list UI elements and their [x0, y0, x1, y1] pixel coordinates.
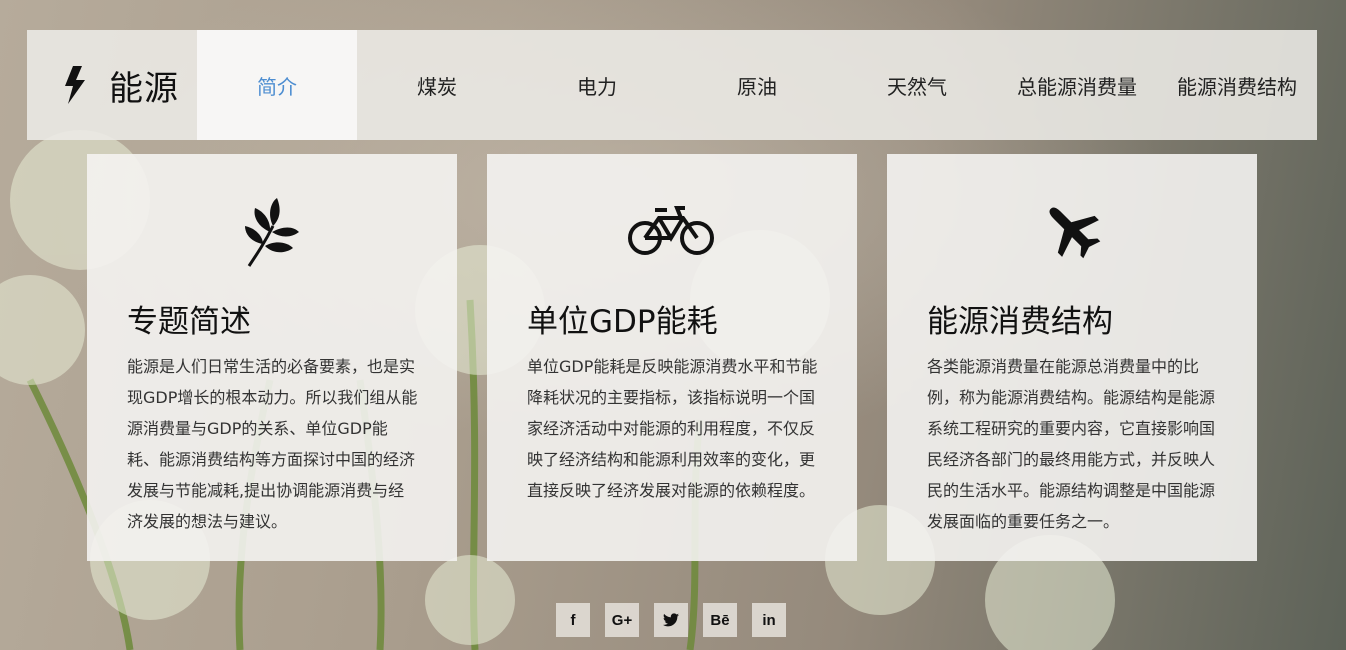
- social-links: f G+ Bē in: [556, 603, 786, 637]
- card-body: 能源是人们日常生活的必备要素，也是实现GDP增长的根本动力。所以我们组从能源消费…: [127, 357, 418, 531]
- behance-icon[interactable]: Bē: [703, 603, 737, 637]
- leaf-branch-icon: [245, 198, 299, 267]
- card-title: 单位GDP能耗: [527, 304, 718, 340]
- nav-item-total-energy-consumption[interactable]: 总能源消费量: [997, 30, 1157, 140]
- card-body: 单位GDP能耗是反映能源消费水平和节能降耗状况的主要指标，该指标说明一个国家经济…: [527, 357, 818, 500]
- nav-item-electricity[interactable]: 电力: [517, 30, 677, 140]
- card-energy-consumption-structure: 能源消费结构 各类能源消费量在能源总消费量中的比例，称为能源消费结构。能源结构是…: [887, 154, 1257, 561]
- nav-item-energy-consumption-structure[interactable]: 能源消费结构: [1157, 30, 1317, 140]
- card-title: 专题简述: [127, 304, 251, 340]
- page: 能源 简介 煤炭 电力 原油 天然气 总能源消费量 能源消费结构 专题简述 能源…: [0, 0, 1346, 650]
- nav-item-natural-gas[interactable]: 天然气: [837, 30, 997, 140]
- facebook-icon[interactable]: f: [556, 603, 590, 637]
- twitter-icon[interactable]: [654, 603, 688, 637]
- google-plus-icon[interactable]: G+: [605, 603, 639, 637]
- brand-title: 能源: [109, 68, 179, 109]
- linkedin-icon[interactable]: in: [752, 603, 786, 637]
- nav-item-coal[interactable]: 煤炭: [357, 30, 517, 140]
- top-navbar: 能源 简介 煤炭 电力 原油 天然气 总能源消费量 能源消费结构: [27, 30, 1317, 140]
- brand[interactable]: 能源: [27, 30, 197, 140]
- card-gdp-energy-intensity: 单位GDP能耗 单位GDP能耗是反映能源消费水平和节能降耗状况的主要指标，该指标…: [487, 154, 857, 561]
- card-topic-overview: 专题简述 能源是人们日常生活的必备要素，也是实现GDP增长的根本动力。所以我们组…: [87, 154, 457, 561]
- card-title: 能源消费结构: [927, 304, 1113, 340]
- twitter-bird-glyph: [663, 613, 679, 627]
- nav-item-crude-oil[interactable]: 原油: [677, 30, 837, 140]
- airplane-icon: [1049, 207, 1101, 259]
- bicycle-icon: [628, 206, 714, 255]
- lightning-bolt-icon: [65, 66, 85, 104]
- nav-item-intro[interactable]: 简介: [197, 30, 357, 140]
- card-body: 各类能源消费量在能源总消费量中的比例，称为能源消费结构。能源结构是能源系统工程研…: [927, 357, 1216, 531]
